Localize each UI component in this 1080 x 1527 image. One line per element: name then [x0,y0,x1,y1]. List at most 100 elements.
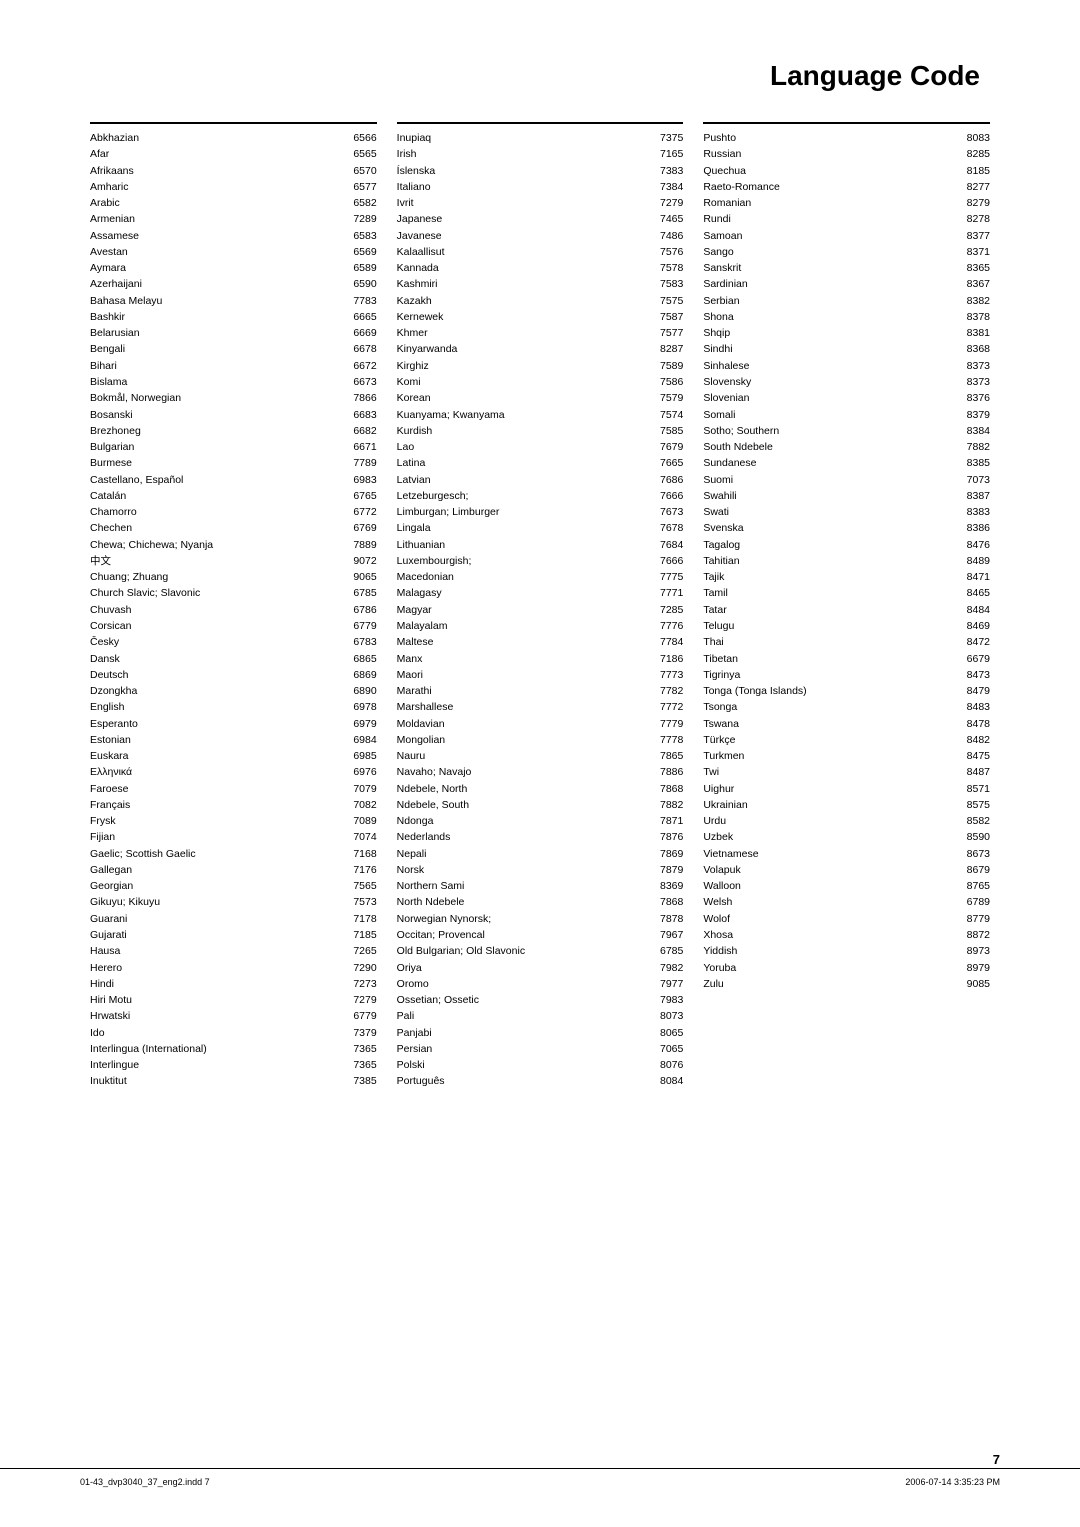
language-code: 8367 [955,276,990,292]
language-name: Mongolian [397,732,649,748]
list-item: Moldavian7779 [397,716,684,732]
list-item: Kinyarwanda8287 [397,341,684,357]
list-item: Guarani7178 [90,911,377,927]
language-code: 7772 [648,699,683,715]
language-code: 8582 [955,813,990,829]
language-name: Deutsch [90,667,342,683]
language-code: 8484 [955,602,990,618]
language-code: 8779 [955,911,990,927]
list-item: Brezhoneg6682 [90,423,377,439]
list-item: Yoruba8979 [703,960,990,976]
language-code: 7383 [648,163,683,179]
language-name: Íslenska [397,163,649,179]
list-item: Uighur8571 [703,781,990,797]
language-code: 8471 [955,569,990,585]
list-item: Slovenian8376 [703,390,990,406]
list-item: Chamorro6772 [90,504,377,520]
column-3: Pushto8083Russian8285Quechua8185Raeto-Ro… [693,122,1000,992]
column-1: Abkhazian6566Afar6565Afrikaans6570Amhari… [80,122,387,1090]
language-code: 8483 [955,699,990,715]
list-item: Deutsch6869 [90,667,377,683]
language-name: Xhosa [703,927,955,943]
language-name: Estonian [90,732,342,748]
list-item: Japanese7465 [397,211,684,227]
language-code: 7574 [648,407,683,423]
language-code: 7983 [648,992,683,1008]
language-name: Bashkir [90,309,342,325]
language-code: 7778 [648,732,683,748]
language-code: 6779 [342,618,377,634]
page-title: Language Code [80,60,1000,92]
language-code: 6566 [342,130,377,146]
language-name: Bengali [90,341,342,357]
language-name: Japanese [397,211,649,227]
language-code: 7384 [648,179,683,195]
language-code: 6565 [342,146,377,162]
language-name: Tibetan [703,651,955,667]
list-item: Ossetian; Ossetic7983 [397,992,684,1008]
list-item: Samoan8377 [703,228,990,244]
list-item: Kazakh7575 [397,293,684,309]
list-item: Arabic6582 [90,195,377,211]
language-name: Uighur [703,781,955,797]
language-name: Français [90,797,342,813]
list-item: Kernewek7587 [397,309,684,325]
language-code: 8385 [955,455,990,471]
list-item: Nederlands7876 [397,829,684,845]
list-item: Kannada7578 [397,260,684,276]
language-name: Castellano, Español [90,472,342,488]
list-item: Estonian6984 [90,732,377,748]
language-name: Burmese [90,455,342,471]
language-name: Afar [90,146,342,162]
language-name: Quechua [703,163,955,179]
language-name: Tswana [703,716,955,732]
language-name: Bihari [90,358,342,374]
language-name: Dansk [90,651,342,667]
list-item: Sanskrit8365 [703,260,990,276]
language-code: 8979 [955,960,990,976]
language-code: 8084 [648,1073,683,1089]
language-name: Bosanski [90,407,342,423]
language-name: Shqip [703,325,955,341]
language-code: 8076 [648,1057,683,1073]
list-item: Ελληνικά6976 [90,764,377,780]
language-name: Brezhoneg [90,423,342,439]
language-name: Aymara [90,260,342,276]
list-item: Slovensky8373 [703,374,990,390]
list-item: Tonga (Tonga Islands)8479 [703,683,990,699]
language-name: Twi [703,764,955,780]
list-item: Tamil8465 [703,585,990,601]
language-name: Nepali [397,846,649,862]
language-name: Tsonga [703,699,955,715]
language-name: Panjabi [397,1025,649,1041]
language-code: 7365 [342,1041,377,1057]
language-code: 7784 [648,634,683,650]
list-item: Sotho; Southern8384 [703,423,990,439]
language-code: 7273 [342,976,377,992]
language-name: Chuvash [90,602,342,618]
language-code: 7886 [648,764,683,780]
language-code: 7865 [648,748,683,764]
language-code: 7678 [648,520,683,536]
language-name: Esperanto [90,716,342,732]
list-item: Tajik8471 [703,569,990,585]
list-item: Belarusian6669 [90,325,377,341]
language-code: 8575 [955,797,990,813]
language-code: 8185 [955,163,990,179]
language-code: 7789 [342,455,377,471]
language-code: 8379 [955,407,990,423]
list-item: Yiddish8973 [703,943,990,959]
list-item: Mongolian7778 [397,732,684,748]
language-name: Walloon [703,878,955,894]
list-item: Lithuanian7684 [397,537,684,553]
language-code: 7565 [342,878,377,894]
language-name: Ukrainian [703,797,955,813]
list-item: Walloon8765 [703,878,990,894]
list-item: Ndebele, North7868 [397,781,684,797]
language-name: Vietnamese [703,846,955,862]
list-item: Abkhazian6566 [90,130,377,146]
list-item: Shona8378 [703,309,990,325]
list-item: Chewa; Chichewa; Nyanja7889 [90,537,377,553]
language-code: 7587 [648,309,683,325]
language-name: Pushto [703,130,955,146]
